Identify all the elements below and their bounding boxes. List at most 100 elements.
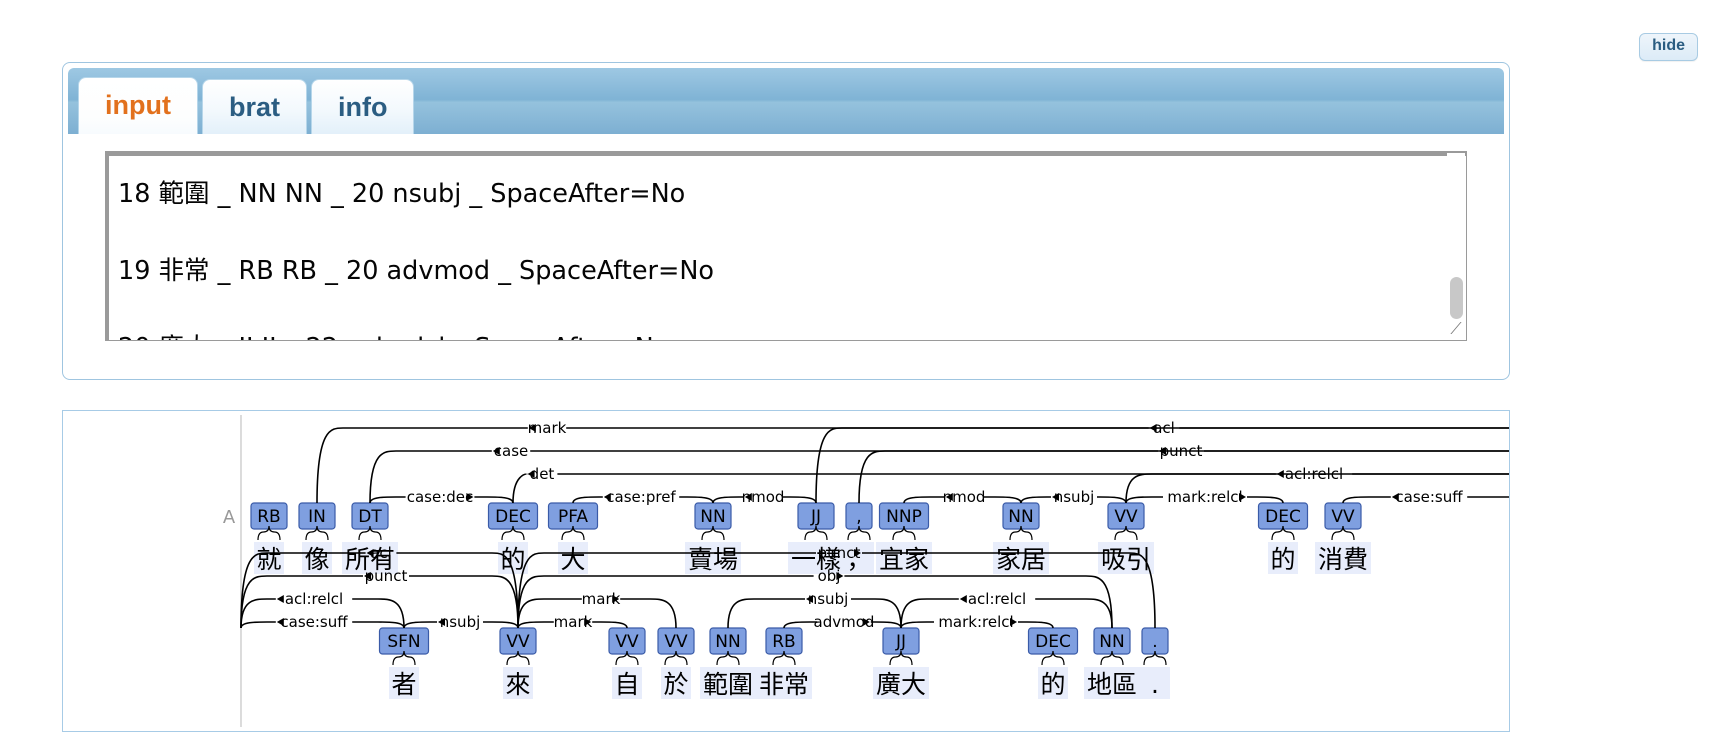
arc-label: punct xyxy=(1160,442,1203,460)
dependency-arc[interactable] xyxy=(369,496,406,504)
dependency-arc[interactable] xyxy=(903,496,945,504)
pos-tag-label: VV xyxy=(1114,507,1138,527)
word-label[interactable]: 家居 xyxy=(996,545,1046,574)
hide-button[interactable]: hide xyxy=(1639,33,1698,61)
arc-label: case:pref xyxy=(606,488,676,506)
word-label[interactable]: 廣大 xyxy=(876,670,926,699)
word-label[interactable]: 地區 xyxy=(1087,670,1137,699)
conllu-line: 18 範圍 _ NN NN _ 20 nsubj _ SpaceAfter=No xyxy=(118,178,686,209)
resize-grip-icon[interactable]: ⟋ xyxy=(1448,322,1464,339)
arc-arrowhead xyxy=(1276,470,1284,478)
dependency-arc[interactable] xyxy=(572,496,603,504)
pos-tag-label: NN xyxy=(1008,507,1033,527)
conllu-textarea[interactable]: 18 範圍 _ NN NN _ 20 nsubj _ SpaceAfter=No… xyxy=(105,151,1467,341)
dependency-arc[interactable] xyxy=(983,496,1022,504)
word-label[interactable]: 賣場 xyxy=(688,545,738,574)
dependency-arc[interactable] xyxy=(870,621,902,629)
tab-info[interactable]: info xyxy=(311,79,415,134)
tab-brat[interactable]: brat xyxy=(201,79,307,134)
pos-tag-label: DT xyxy=(358,507,382,527)
arc-label: punct xyxy=(365,567,408,585)
dependency-arc[interactable] xyxy=(240,621,276,629)
arc-label: acl:relcl xyxy=(285,590,343,608)
input-panel: input brat info 18 範圍 _ NN NN _ 20 nsubj… xyxy=(62,62,1510,380)
dependency-arc[interactable] xyxy=(1097,496,1127,504)
dependency-arc[interactable] xyxy=(474,496,514,504)
word-label[interactable]: 自 xyxy=(614,670,639,699)
textarea-content[interactable]: 18 範圍 _ NN NN _ 20 nsubj _ SpaceAfter=No… xyxy=(118,152,1436,341)
dependency-arc[interactable] xyxy=(782,496,817,504)
dependency-arc[interactable] xyxy=(712,496,744,504)
arc-label: advmod xyxy=(814,613,875,631)
arc-label: nsubj xyxy=(808,590,849,608)
pos-tag-label: RB xyxy=(257,507,280,527)
brat-visualization: A RB 就 IN 像 DT 所有 DEC 的 PFA 大 NN 賣場 JJ 一樣,， NNP 宜家 NN 家居 VV… xyxy=(62,410,1510,732)
dependency-arc[interactable] xyxy=(1247,496,1284,504)
arc-label: case:dec xyxy=(407,488,474,506)
dependency-arc[interactable] xyxy=(512,473,528,504)
dependency-arc[interactable] xyxy=(1342,496,1391,504)
arc-label: acl:relcl xyxy=(1285,465,1343,483)
dependency-arc[interactable] xyxy=(679,496,714,504)
pos-tag-label: IN xyxy=(308,507,326,527)
row-label: A xyxy=(223,507,236,528)
arc-label: mark:relcl xyxy=(938,613,1013,631)
dependency-arc[interactable] xyxy=(783,621,818,629)
word-label[interactable]: 的 xyxy=(1270,545,1295,574)
dependency-arc[interactable] xyxy=(1467,496,1509,503)
dependency-arc[interactable] xyxy=(620,598,677,629)
dependency-arc[interactable] xyxy=(1020,496,1051,504)
page-root: hide input brat info 18 範圍 _ NN NN _ 20 … xyxy=(0,0,1724,756)
scrollbar-thumb[interactable] xyxy=(1450,277,1463,319)
dependency-arc[interactable] xyxy=(566,427,1509,503)
conllu-line: 19 非常 _ RB RB _ 20 advmod _ SpaceAfter=N… xyxy=(118,255,715,286)
arc-label: nmod xyxy=(742,488,785,506)
dependency-arc[interactable] xyxy=(1125,496,1163,504)
arc-label: case:suff xyxy=(280,613,348,631)
word-label[interactable]: 者 xyxy=(391,670,416,699)
arc-label: nmod xyxy=(943,488,986,506)
word-label[interactable]: 宜家 xyxy=(879,545,929,574)
dependency-arc[interactable] xyxy=(1018,621,1054,629)
pos-tag-label: JJ xyxy=(895,632,906,652)
dependency-arc[interactable] xyxy=(557,473,1509,503)
tab-input[interactable]: input xyxy=(78,77,198,134)
textarea-scrollbar[interactable] xyxy=(1447,153,1465,322)
dependency-arc[interactable] xyxy=(900,621,934,629)
dependency-arc[interactable] xyxy=(403,621,437,629)
word-label[interactable]: . xyxy=(1151,670,1159,699)
pos-tag-label: NN xyxy=(1099,632,1124,652)
dependency-arc[interactable] xyxy=(727,598,805,629)
arc-label: acl:relcl xyxy=(968,590,1026,608)
arc-label: mark xyxy=(528,419,567,437)
textarea-left-edge xyxy=(106,152,109,340)
word-label[interactable]: 來 xyxy=(505,670,530,699)
word-label[interactable]: 就 xyxy=(256,545,281,574)
pos-tag-label: VV xyxy=(1331,507,1355,527)
arc-label: det xyxy=(530,465,555,483)
conllu-line: 20 廣大 _ JJ JJ _ 22 acl:relcl _ SpaceAfte… xyxy=(118,333,669,341)
word-label[interactable]: 像 xyxy=(304,545,329,574)
arc-arrowhead xyxy=(276,595,284,603)
word-label[interactable]: 吸引 xyxy=(1101,545,1151,574)
arc-label: case xyxy=(494,442,528,460)
pos-tag-label: , xyxy=(856,507,861,527)
word-label[interactable]: 大 xyxy=(560,545,585,574)
pos-tag-label: DEC xyxy=(1265,507,1301,527)
word-label[interactable]: 於 xyxy=(663,670,688,699)
dependency-arc[interactable] xyxy=(483,621,519,629)
word-label[interactable]: 範圍 xyxy=(703,670,753,699)
pos-tag-label: JJ xyxy=(810,507,821,527)
dependency-arc[interactable] xyxy=(517,621,554,629)
word-label[interactable]: 的 xyxy=(1040,670,1065,699)
arc-label: obj xyxy=(818,567,841,585)
pos-tag-label: DEC xyxy=(495,507,531,527)
word-label[interactable]: 消費 xyxy=(1318,545,1368,574)
dependency-arc[interactable] xyxy=(352,621,405,629)
dependency-arc[interactable] xyxy=(530,450,1509,503)
word-label[interactable]: 非常 xyxy=(759,670,809,699)
dependency-arc[interactable] xyxy=(858,450,1158,504)
dependency-arc[interactable] xyxy=(592,621,628,629)
dependency-arc[interactable] xyxy=(1204,450,1509,503)
arc-label: mark xyxy=(582,590,621,608)
